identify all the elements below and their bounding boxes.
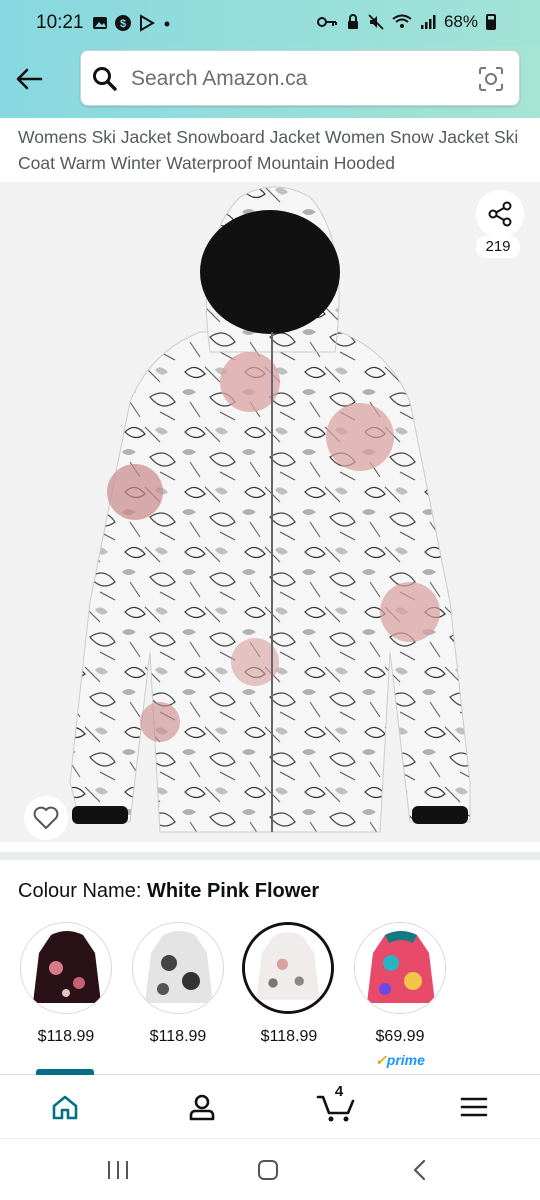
menu-icon: [460, 1097, 488, 1117]
signal-icon: [420, 15, 436, 29]
cart-count: 4: [334, 1083, 344, 1100]
home-icon: [52, 1095, 78, 1120]
search-icon: [93, 67, 117, 91]
colour-value: White Pink Flower: [146, 880, 320, 902]
colour-name: Colour Name: White Pink Flower: [18, 880, 319, 903]
swatch-image: [133, 923, 223, 1013]
wifi-icon: [392, 14, 412, 28]
swatch-price-4: $69.99: [375, 1028, 425, 1045]
search-input[interactable]: Search Amazon.ca: [80, 50, 520, 106]
product-image: [69, 186, 471, 833]
home-button-icon[interactable]: [256, 1159, 280, 1181]
swatch-price-3: $118.99: [260, 1028, 318, 1045]
product-title[interactable]: Womens Ski Jacket Snowboard Jacket Women…: [18, 124, 528, 176]
back-button[interactable]: [12, 62, 46, 96]
system-nav-bar: [0, 1138, 540, 1200]
camera-search-icon[interactable]: [477, 65, 505, 93]
svg-text:$: $: [120, 18, 126, 30]
swatch-price-2: $118.99: [149, 1028, 207, 1045]
back-arrow-icon: [16, 68, 43, 90]
product-image-area[interactable]: 219: [0, 182, 540, 842]
share-button[interactable]: [476, 190, 524, 238]
colour-swatch-1[interactable]: [20, 922, 112, 1014]
nav-home[interactable]: [45, 1089, 85, 1125]
colour-swatch-4[interactable]: [354, 922, 446, 1014]
recent-apps-icon[interactable]: [106, 1159, 130, 1181]
colour-label: Colour Name:: [18, 880, 142, 902]
status-time: 10:21: [36, 12, 84, 33]
status-icons-left: $: [92, 14, 172, 32]
swatch-price-1: $118.99: [37, 1028, 95, 1045]
nav-menu[interactable]: [454, 1089, 494, 1125]
play-store-icon: [140, 14, 155, 32]
prime-label: prime: [386, 1052, 425, 1068]
s-icon: $: [115, 15, 131, 31]
account-icon: [189, 1094, 215, 1121]
search-header: Search Amazon.ca: [0, 46, 540, 118]
heart-icon: [33, 806, 59, 829]
status-icons-right: 68%: [316, 12, 496, 32]
dot-icon: [164, 21, 170, 27]
swatch-image: [245, 925, 331, 1011]
battery-percent: 68%: [443, 12, 478, 31]
share-count: 219: [476, 236, 520, 258]
key-icon: [316, 17, 337, 27]
status-bar: 10:21 $ 68%: [0, 0, 540, 46]
colour-swatch-3-selected[interactable]: [242, 922, 334, 1014]
active-tab-indicator: [36, 1069, 94, 1075]
search-placeholder: Search Amazon.ca: [131, 67, 308, 90]
lock-icon: [347, 14, 358, 29]
prime-badge: ✓prime: [375, 1052, 425, 1068]
share-icon: [488, 201, 512, 227]
colour-swatch-2[interactable]: [132, 922, 224, 1014]
back-nav-icon[interactable]: [410, 1159, 430, 1181]
swatch-image: [355, 923, 445, 1013]
wishlist-button[interactable]: [24, 796, 68, 840]
gallery-icon: [93, 17, 107, 29]
nav-cart[interactable]: 4: [316, 1083, 356, 1125]
section-divider: [0, 852, 540, 860]
swatch-image: [21, 923, 111, 1013]
bottom-nav: 4: [0, 1069, 540, 1138]
nav-account[interactable]: [182, 1089, 222, 1125]
mute-icon: [368, 14, 384, 30]
battery-icon: [486, 14, 496, 30]
